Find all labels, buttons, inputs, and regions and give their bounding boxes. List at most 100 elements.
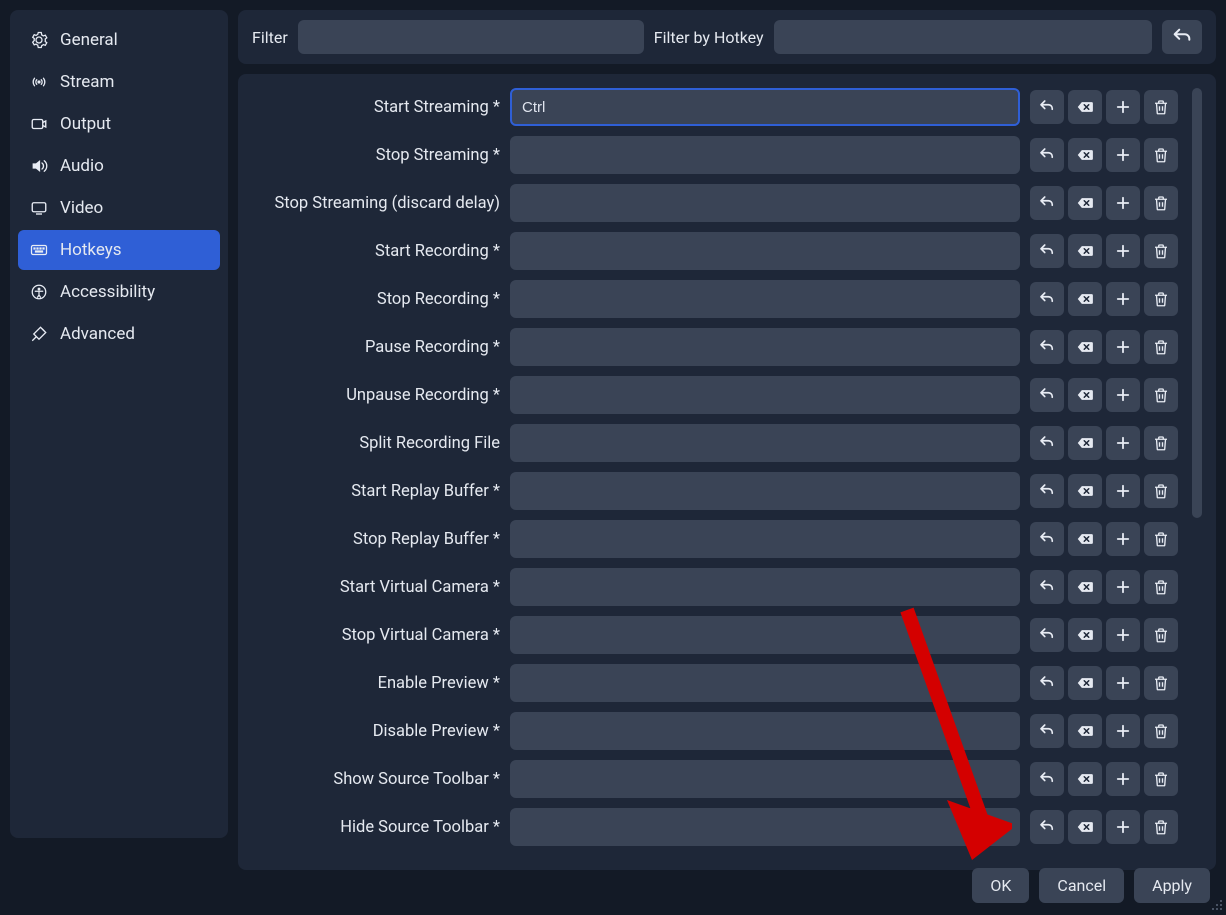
- sidebar-item-audio[interactable]: Audio: [18, 146, 220, 186]
- sidebar-item-general[interactable]: General: [18, 20, 220, 60]
- hotkey-remove-button[interactable]: [1144, 762, 1178, 796]
- hotkey-add-button[interactable]: [1106, 618, 1140, 652]
- sidebar-item-advanced[interactable]: Advanced: [18, 314, 220, 354]
- hotkey-add-button[interactable]: [1106, 714, 1140, 748]
- hotkey-input-stop-recording[interactable]: [510, 280, 1020, 318]
- hotkey-add-button[interactable]: [1106, 186, 1140, 220]
- hotkey-undo-button[interactable]: [1030, 282, 1064, 316]
- hotkey-remove-button[interactable]: [1144, 474, 1178, 508]
- hotkey-input-stop-streaming[interactable]: [510, 136, 1020, 174]
- hotkey-undo-button[interactable]: [1030, 186, 1064, 220]
- hotkey-undo-button[interactable]: [1030, 570, 1064, 604]
- sidebar-item-accessibility[interactable]: Accessibility: [18, 272, 220, 312]
- hotkey-undo-button[interactable]: [1030, 618, 1064, 652]
- hotkey-add-button[interactable]: [1106, 378, 1140, 412]
- hotkey-remove-button[interactable]: [1144, 570, 1178, 604]
- hotkey-input-start-virtual-camera[interactable]: [510, 568, 1020, 606]
- hotkey-remove-button[interactable]: [1144, 186, 1178, 220]
- hotkey-add-button[interactable]: [1106, 90, 1140, 124]
- hotkey-remove-button[interactable]: [1144, 810, 1178, 844]
- hotkey-clear-button[interactable]: [1068, 378, 1102, 412]
- hotkey-input-unpause-recording[interactable]: [510, 376, 1020, 414]
- hotkey-clear-button[interactable]: [1068, 666, 1102, 700]
- hotkey-undo-button[interactable]: [1030, 810, 1064, 844]
- hotkey-clear-button[interactable]: [1068, 570, 1102, 604]
- hotkey-remove-button[interactable]: [1144, 330, 1178, 364]
- hotkey-remove-button[interactable]: [1144, 282, 1178, 316]
- hotkey-undo-button[interactable]: [1030, 762, 1064, 796]
- hotkey-clear-button[interactable]: [1068, 522, 1102, 556]
- hotkey-add-button[interactable]: [1106, 810, 1140, 844]
- hotkey-add-button[interactable]: [1106, 570, 1140, 604]
- hotkey-clear-button[interactable]: [1068, 282, 1102, 316]
- hotkey-undo-button[interactable]: [1030, 426, 1064, 460]
- cancel-button[interactable]: Cancel: [1039, 868, 1124, 903]
- hotkey-input-split-recording[interactable]: [510, 424, 1020, 462]
- hotkey-remove-button[interactable]: [1144, 138, 1178, 172]
- hotkey-input-hide-source-toolbar[interactable]: [510, 808, 1020, 846]
- hotkey-add-button[interactable]: [1106, 474, 1140, 508]
- hotkey-remove-button[interactable]: [1144, 426, 1178, 460]
- hotkey-clear-button[interactable]: [1068, 618, 1102, 652]
- hotkey-input-start-streaming[interactable]: [510, 88, 1020, 126]
- hotkey-add-button[interactable]: [1106, 138, 1140, 172]
- hotkey-add-button[interactable]: [1106, 762, 1140, 796]
- trash-icon: [1152, 194, 1170, 212]
- hotkey-add-button[interactable]: [1106, 234, 1140, 268]
- hotkey-undo-button[interactable]: [1030, 138, 1064, 172]
- hotkey-remove-button[interactable]: [1144, 90, 1178, 124]
- hotkey-remove-button[interactable]: [1144, 666, 1178, 700]
- hotkey-add-button[interactable]: [1106, 666, 1140, 700]
- hotkey-undo-button[interactable]: [1030, 714, 1064, 748]
- sidebar-item-stream[interactable]: Stream: [18, 62, 220, 102]
- hotkey-add-button[interactable]: [1106, 282, 1140, 316]
- reset-filters-button[interactable]: [1162, 20, 1202, 54]
- scrollbar[interactable]: [1192, 88, 1202, 856]
- hotkey-undo-button[interactable]: [1030, 666, 1064, 700]
- hotkey-undo-button[interactable]: [1030, 378, 1064, 412]
- hotkey-clear-button[interactable]: [1068, 186, 1102, 220]
- hotkey-clear-button[interactable]: [1068, 714, 1102, 748]
- hotkey-remove-button[interactable]: [1144, 378, 1178, 412]
- hotkey-input-stop-replay-buffer[interactable]: [510, 520, 1020, 558]
- hotkey-clear-button[interactable]: [1068, 426, 1102, 460]
- hotkey-undo-button[interactable]: [1030, 90, 1064, 124]
- hotkey-add-button[interactable]: [1106, 330, 1140, 364]
- hotkey-input-stop-virtual-camera[interactable]: [510, 616, 1020, 654]
- hotkey-remove-button[interactable]: [1144, 618, 1178, 652]
- hotkey-input-pause-recording[interactable]: [510, 328, 1020, 366]
- hotkey-clear-button[interactable]: [1068, 234, 1102, 268]
- hotkey-input-start-replay-buffer[interactable]: [510, 472, 1020, 510]
- apply-button[interactable]: Apply: [1134, 868, 1210, 903]
- hotkey-clear-button[interactable]: [1068, 810, 1102, 844]
- hotkey-clear-button[interactable]: [1068, 90, 1102, 124]
- hotkey-undo-button[interactable]: [1030, 234, 1064, 268]
- hotkey-input-disable-preview[interactable]: [510, 712, 1020, 750]
- trash-icon: [1152, 530, 1170, 548]
- hotkey-remove-button[interactable]: [1144, 522, 1178, 556]
- resize-grip[interactable]: [1209, 896, 1223, 910]
- hotkey-input-enable-preview[interactable]: [510, 664, 1020, 702]
- hotkey-input-stop-streaming-discard[interactable]: [510, 184, 1020, 222]
- hotkey-input-start-recording[interactable]: [510, 232, 1020, 270]
- hotkey-add-button[interactable]: [1106, 426, 1140, 460]
- hotkey-undo-button[interactable]: [1030, 330, 1064, 364]
- scrollbar-thumb[interactable]: [1192, 88, 1202, 518]
- hotkey-clear-button[interactable]: [1068, 138, 1102, 172]
- hotkey-undo-button[interactable]: [1030, 522, 1064, 556]
- hotkey-add-button[interactable]: [1106, 522, 1140, 556]
- sidebar-item-output[interactable]: Output: [18, 104, 220, 144]
- hotkey-clear-button[interactable]: [1068, 474, 1102, 508]
- hotkey-remove-button[interactable]: [1144, 234, 1178, 268]
- hotkey-input-show-source-toolbar[interactable]: [510, 760, 1020, 798]
- hotkey-undo-button[interactable]: [1030, 474, 1064, 508]
- hotkey-label: Show Source Toolbar *: [252, 770, 500, 789]
- filter-hotkey-input[interactable]: [774, 20, 1152, 54]
- sidebar-item-video[interactable]: Video: [18, 188, 220, 228]
- hotkey-remove-button[interactable]: [1144, 714, 1178, 748]
- ok-button[interactable]: OK: [972, 868, 1029, 903]
- sidebar-item-hotkeys[interactable]: Hotkeys: [18, 230, 220, 270]
- filter-input[interactable]: [298, 20, 644, 54]
- hotkey-clear-button[interactable]: [1068, 762, 1102, 796]
- hotkey-clear-button[interactable]: [1068, 330, 1102, 364]
